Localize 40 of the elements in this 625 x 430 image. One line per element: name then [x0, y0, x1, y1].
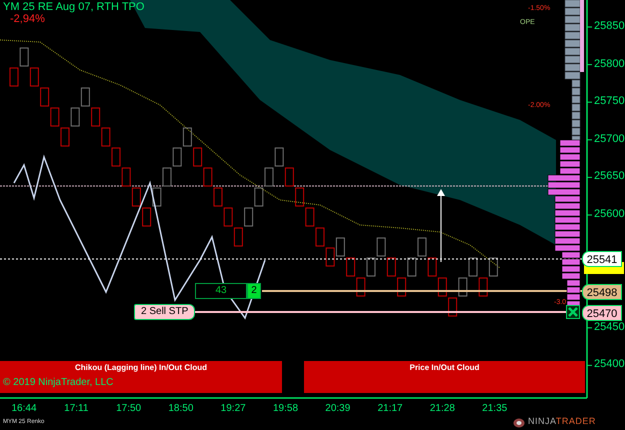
time-label: 19:58 — [272, 403, 300, 414]
price-marker: 25498 — [582, 284, 622, 300]
time-label: 19:27 — [220, 403, 247, 414]
price-label: 25850 — [594, 20, 625, 32]
price-label: 25450 — [594, 320, 625, 333]
price-label: 25800 — [594, 58, 625, 70]
tick-mark — [586, 139, 592, 140]
time-label: 20:39 — [324, 403, 352, 414]
count-box: 2 — [247, 283, 261, 299]
time-label: 17:50 — [115, 403, 142, 414]
signal-banner: Price In/Out Cloud — [304, 361, 585, 393]
tick-mark — [586, 102, 592, 103]
close-icon[interactable] — [566, 305, 580, 319]
price-label: 25700 — [594, 132, 625, 145]
price-label: 25600 — [594, 208, 625, 220]
time-label: 18:50 — [167, 403, 194, 414]
price-marker: 25470 — [582, 304, 622, 321]
tick-mark — [586, 327, 592, 328]
time-label: 21:28 — [428, 403, 456, 414]
order-tag[interactable]: 2 Sell STP — [134, 304, 196, 320]
time-label: 16:44 — [10, 403, 38, 414]
price-label: 25650 — [594, 170, 625, 182]
tick-mark — [586, 176, 592, 178]
tick-mark — [586, 364, 592, 366]
tick-mark — [586, 26, 592, 28]
time-label: 17:11 — [63, 403, 90, 414]
logo-icon — [513, 418, 525, 428]
quantity-box: 43 — [195, 283, 247, 299]
tick-mark — [586, 64, 592, 66]
time-label: 21:35 — [481, 403, 508, 414]
chart-title: YM 25 RE Aug 07, RTH TPO — [3, 1, 144, 13]
tick-mark — [586, 214, 592, 216]
time-label: 21:17 — [376, 403, 404, 414]
logo-text: NINJATRADER — [528, 416, 596, 426]
price-label: 25400 — [594, 358, 625, 370]
copyright-text: © 2019 NinjaTrader, LLC — [3, 377, 114, 388]
arrow-icon — [437, 189, 445, 262]
price-marker: 25541 — [582, 251, 622, 268]
percent-change: -2,94% — [10, 13, 45, 25]
price-label: 25750 — [594, 95, 625, 108]
